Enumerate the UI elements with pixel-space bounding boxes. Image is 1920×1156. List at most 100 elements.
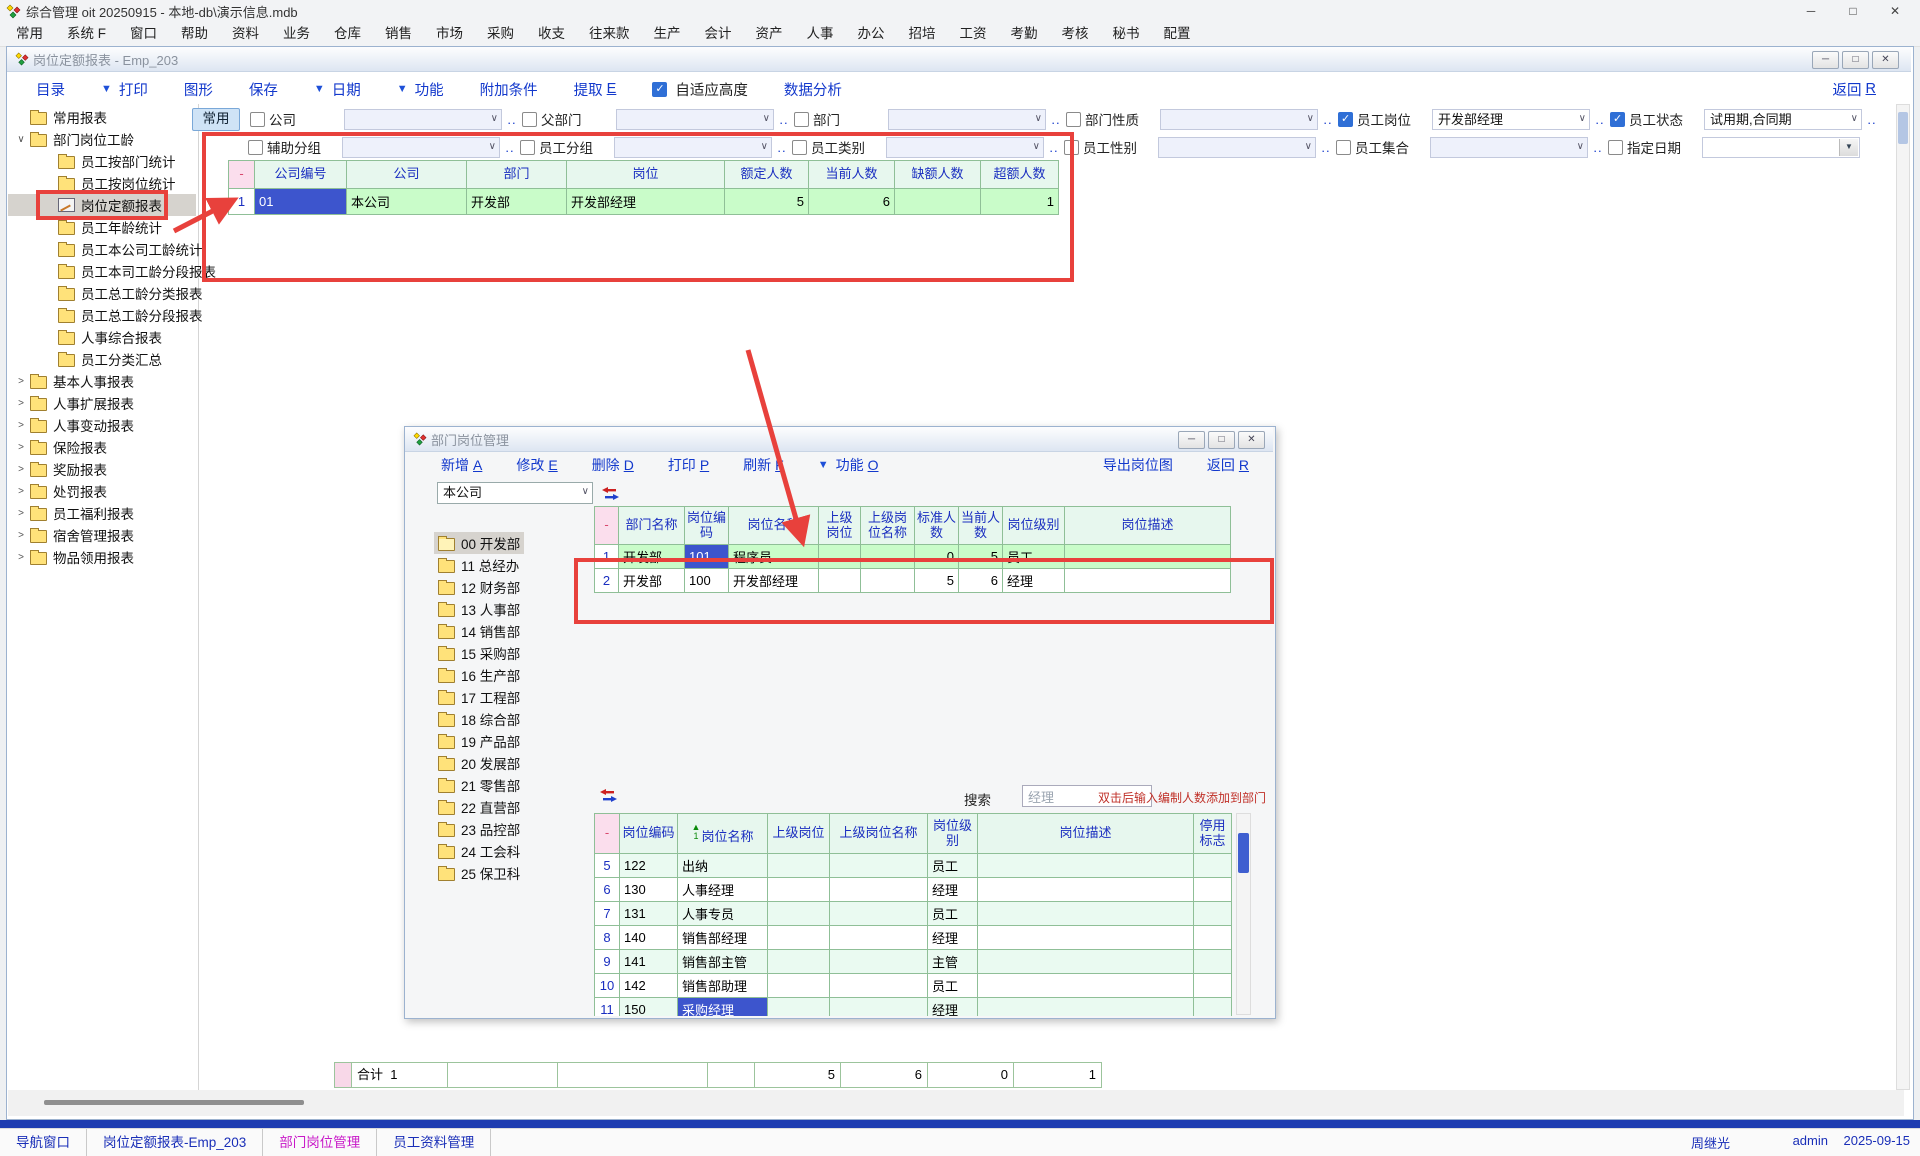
delete-button[interactable]: 删除D — [592, 455, 634, 475]
menu-item[interactable]: 常用 — [4, 22, 55, 46]
tree-item[interactable]: 员工本公司工龄统计 — [8, 238, 196, 260]
tree-item[interactable]: 员工福利报表 — [8, 502, 196, 524]
employee-status-select[interactable]: 试用期,合同期∨ — [1704, 109, 1862, 130]
column-header[interactable]: - — [229, 161, 255, 189]
print-button[interactable]: 打印P — [668, 455, 709, 475]
print-button[interactable]: 打印 — [101, 79, 148, 100]
checkbox-checked-icon[interactable] — [1610, 112, 1625, 127]
checkbox-icon[interactable] — [1336, 140, 1351, 155]
graph-button[interactable]: 图形 — [184, 79, 213, 100]
chevron-right-icon[interactable] — [14, 442, 28, 453]
dept-select[interactable]: ∨ — [888, 109, 1046, 130]
table-row[interactable]: 11 150 采购经理 经理 — [595, 998, 1232, 1017]
column-header[interactable]: 缺额人数 — [895, 161, 981, 189]
dept-tree-item[interactable]: 13 人事部 — [426, 598, 586, 620]
horizontal-scrollbar[interactable] — [44, 1100, 304, 1105]
tree-item[interactable]: 部门岗位工龄 — [8, 128, 196, 150]
table-row[interactable]: 2 开发部 100 开发部经理 5 6 经理 — [595, 569, 1231, 593]
dept-tree-item[interactable]: 24 工会科 — [426, 840, 586, 862]
column-header[interactable]: 岗位级别 — [928, 814, 978, 854]
column-header[interactable]: 岗位 — [567, 161, 725, 189]
maximize-icon[interactable]: □ — [1842, 51, 1869, 69]
close-icon[interactable]: ✕ — [1238, 431, 1265, 449]
vertical-scrollbar-track[interactable] — [1896, 104, 1910, 1090]
column-header[interactable]: 公司 — [347, 161, 467, 189]
taskbar-item-dept-active[interactable]: 部门岗位管理 — [263, 1129, 377, 1156]
column-header[interactable]: 岗位级别 — [1003, 507, 1065, 545]
checkbox-icon[interactable] — [792, 140, 807, 155]
employee-group-select[interactable]: ∨ — [614, 137, 772, 158]
table-row[interactable]: 8 140 销售部经理 经理 — [595, 926, 1232, 950]
menu-item[interactable]: 办公 — [846, 22, 897, 46]
tree-item[interactable]: 常用报表 — [8, 106, 196, 128]
employee-post-select[interactable]: 开发部经理∨ — [1432, 109, 1590, 130]
add-button[interactable]: 新增A — [441, 455, 482, 475]
dept-tree-item[interactable]: 22 直营部 — [426, 796, 586, 818]
column-header-sorted[interactable]: ▲1岗位名称 — [678, 814, 768, 854]
back-button[interactable]: 返回R — [1207, 455, 1249, 475]
checkbox-icon[interactable] — [1066, 112, 1081, 127]
aux-group-select[interactable]: ∨ — [342, 137, 500, 158]
vertical-scrollbar-thumb[interactable] — [1898, 112, 1908, 144]
dept-tree-item[interactable]: 12 财务部 — [426, 576, 586, 598]
menu-item[interactable]: 考核 — [1050, 22, 1101, 46]
tree-item[interactable]: 物品领用报表 — [8, 546, 196, 568]
dept-tree-item[interactable]: 15 采购部 — [426, 642, 586, 664]
table-row[interactable]: 5 122 出纳 员工 — [595, 854, 1232, 878]
employee-gender-select[interactable]: ∨ — [1158, 137, 1316, 158]
column-header[interactable]: 上级岗位名称 — [861, 507, 915, 545]
menu-item[interactable]: 资料 — [220, 22, 271, 46]
table-row[interactable]: 1 01 本公司 开发部 开发部经理 5 6 1 — [229, 189, 1059, 215]
menu-item[interactable]: 采购 — [475, 22, 526, 46]
dept-tree-item[interactable]: 21 零售部 — [426, 774, 586, 796]
date-input[interactable]: ▼ — [1702, 137, 1860, 158]
chevron-right-icon[interactable] — [14, 508, 28, 519]
checkbox-icon[interactable] — [250, 112, 265, 127]
column-header[interactable]: 岗位编码 — [620, 814, 678, 854]
table-row[interactable]: 1 开发部 101 程序员 0 5 员工 — [595, 545, 1231, 569]
tree-item[interactable]: 员工按岗位统计 — [8, 172, 196, 194]
column-header[interactable]: 当前人数 — [809, 161, 895, 189]
function-button[interactable]: 功能O — [818, 455, 879, 475]
tree-item[interactable]: 奖励报表 — [8, 458, 196, 480]
minimize-icon[interactable]: ─ — [1812, 51, 1839, 69]
dept-tree-item[interactable]: 16 生产部 — [426, 664, 586, 686]
dept-tree-item[interactable]: 25 保卫科 — [426, 862, 586, 884]
refresh-button[interactable]: 刷新F — [743, 455, 784, 475]
column-header[interactable]: 岗位编码 — [685, 507, 729, 545]
company-select[interactable]: 本公司∨ — [437, 482, 593, 504]
autofit-checkbox[interactable]: 自适应高度 — [652, 79, 748, 100]
catalog-button[interactable]: 目录 — [36, 79, 65, 100]
menu-item[interactable]: 会计 — [693, 22, 744, 46]
tree-item[interactable]: 员工年龄统计 — [8, 216, 196, 238]
tree-item[interactable]: 宿舍管理报表 — [8, 524, 196, 546]
menu-item[interactable]: 收支 — [526, 22, 577, 46]
calendar-dropdown-icon[interactable]: ▼ — [1839, 139, 1858, 156]
dept-tree-item[interactable]: 11 总经办 — [426, 554, 586, 576]
tree-item[interactable]: 员工按部门统计 — [8, 150, 196, 172]
menu-item[interactable]: 配置 — [1152, 22, 1203, 46]
dept-tree-item-selected[interactable]: 00 开发部 — [426, 532, 586, 554]
column-header[interactable]: 部门名称 — [619, 507, 685, 545]
column-header[interactable]: - — [595, 507, 619, 545]
dept-tree-item[interactable]: 14 销售部 — [426, 620, 586, 642]
menu-item[interactable]: 往来款 — [577, 22, 642, 46]
tree-item[interactable]: 人事扩展报表 — [8, 392, 196, 414]
table-row[interactable]: 10 142 销售部助理 员工 — [595, 974, 1232, 998]
column-header[interactable]: 上级岗位名称 — [830, 814, 928, 854]
tree-item[interactable]: 保险报表 — [8, 436, 196, 458]
menu-item[interactable]: 仓库 — [322, 22, 373, 46]
dept-tree-item[interactable]: 20 发展部 — [426, 752, 586, 774]
column-header[interactable]: 部门 — [467, 161, 567, 189]
tree-item[interactable]: 处罚报表 — [8, 480, 196, 502]
column-header[interactable]: 超额人数 — [981, 161, 1059, 189]
checkbox-icon[interactable] — [520, 140, 535, 155]
table-row[interactable]: 7 131 人事专员 员工 — [595, 902, 1232, 926]
checkbox-icon[interactable] — [794, 112, 809, 127]
column-header[interactable]: 公司编号 — [255, 161, 347, 189]
checkbox-icon[interactable] — [1064, 140, 1079, 155]
menu-item[interactable]: 市场 — [424, 22, 475, 46]
minimize-icon[interactable]: ─ — [1178, 431, 1205, 449]
column-header[interactable]: 岗位名称 — [729, 507, 819, 545]
column-header[interactable]: 当前人数 — [959, 507, 1003, 545]
